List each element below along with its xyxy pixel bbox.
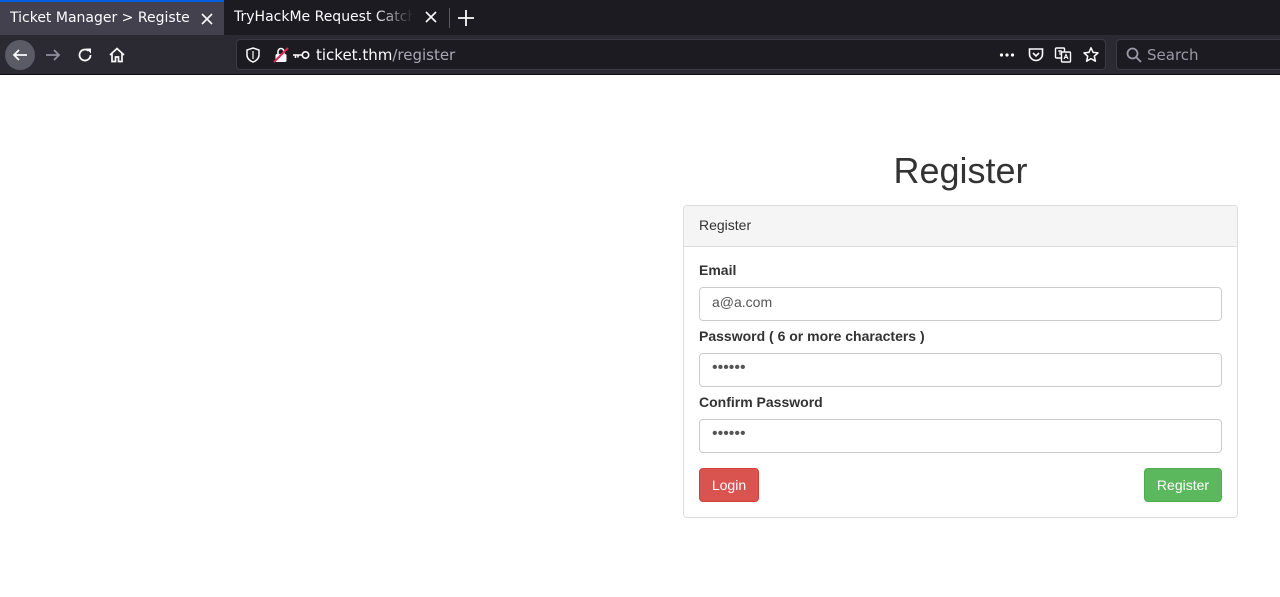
- address-bar[interactable]: ticket.thm/register: [236, 39, 1106, 70]
- tab-strip: Ticket Manager > Register TryHackMe Requ…: [0, 0, 1280, 35]
- home-button[interactable]: [102, 40, 132, 70]
- url-text: ticket.thm/register: [316, 46, 455, 64]
- password-field[interactable]: ••••••: [699, 353, 1222, 387]
- tab-ticket-manager[interactable]: Ticket Manager > Register: [0, 0, 224, 35]
- new-tab-icon[interactable]: [455, 7, 477, 29]
- forward-button[interactable]: [38, 40, 68, 70]
- tab-request-catcher[interactable]: TryHackMe Request Catcher: [224, 0, 448, 35]
- password-label: Password ( 6 or more characters ): [699, 328, 925, 344]
- reload-icon: [78, 48, 92, 62]
- pocket-icon[interactable]: [1027, 46, 1045, 64]
- key-icon[interactable]: [291, 46, 311, 64]
- login-button[interactable]: Login: [699, 468, 759, 502]
- close-icon[interactable]: [424, 10, 438, 24]
- panel-title: Register: [699, 217, 752, 233]
- tab-separator: [449, 8, 450, 28]
- bookmark-star-icon[interactable]: [1082, 46, 1100, 64]
- url-path: /register: [392, 46, 456, 64]
- panel-heading: Register: [684, 206, 1237, 247]
- page-title: Register: [893, 150, 1028, 191]
- tab-title: TryHackMe Request Catcher: [234, 9, 414, 25]
- arrow-right-icon: [46, 49, 61, 61]
- close-icon[interactable]: [200, 12, 214, 26]
- translate-icon[interactable]: [1054, 46, 1072, 64]
- reload-button[interactable]: [70, 40, 100, 70]
- home-icon: [109, 47, 125, 63]
- register-panel: Register Email a@a.com Password ( 6 or m…: [683, 205, 1238, 518]
- search-bar[interactable]: Search: [1116, 39, 1280, 70]
- back-button[interactable]: [5, 40, 35, 70]
- navigation-bar: ticket.thm/register Search: [0, 35, 1280, 75]
- confirm-password-field[interactable]: ••••••: [699, 419, 1222, 453]
- url-host: ticket.thm: [316, 46, 393, 64]
- page-content: Register Register Email a@a.com Password…: [0, 75, 1280, 597]
- arrow-left-icon: [12, 49, 27, 61]
- search-icon: [1126, 47, 1142, 63]
- email-field[interactable]: a@a.com: [699, 287, 1222, 321]
- email-label: Email: [699, 262, 737, 278]
- register-button[interactable]: Register: [1144, 468, 1222, 502]
- shield-icon[interactable]: [244, 46, 262, 64]
- tab-title: Ticket Manager > Register: [10, 10, 190, 26]
- more-actions-icon[interactable]: [998, 46, 1016, 64]
- insecure-lock-icon[interactable]: [272, 46, 290, 64]
- search-placeholder: Search: [1147, 46, 1199, 64]
- confirm-password-label: Confirm Password: [699, 394, 823, 410]
